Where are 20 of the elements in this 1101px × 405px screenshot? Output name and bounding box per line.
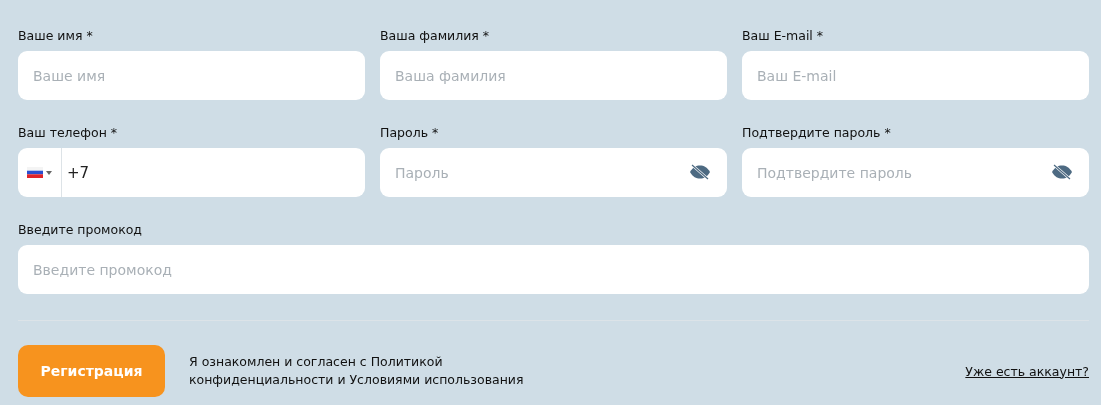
input-field[interactable]: Введите промокод [18, 245, 1089, 294]
field-label: Ваше имя * [18, 27, 94, 45]
field-label: Введите промокод [18, 221, 144, 239]
password-field[interactable]: Подтвердите пароль [742, 148, 1089, 197]
input-field[interactable]: Ваша фамилия [380, 51, 727, 100]
caret-icon [46, 170, 52, 175]
hidden-eye-icon[interactable] [1051, 164, 1073, 180]
field-label: Ваш E-mail * [742, 27, 825, 45]
consent-text: Я ознакомлен и согласен с Политикой конфиденциальности и Условиями использования [189, 353, 525, 389]
field-label: Ваш телефон * [18, 124, 119, 142]
input-field[interactable]: Ваше имя [18, 51, 365, 100]
flag-icon [27, 167, 43, 178]
login-link[interactable]: Уже есть аккаунт? [965, 363, 1089, 379]
password-field[interactable]: Пароль [380, 148, 727, 197]
phone-field[interactable]: +7 [18, 148, 365, 197]
field-label: Ваша фамилия * [380, 27, 491, 45]
field-label: Пароль * [380, 124, 440, 142]
hidden-eye-icon[interactable] [689, 164, 711, 180]
field-label: Подтвердите пароль * [742, 124, 892, 142]
input-field[interactable]: Ваш E-mail [742, 51, 1089, 100]
